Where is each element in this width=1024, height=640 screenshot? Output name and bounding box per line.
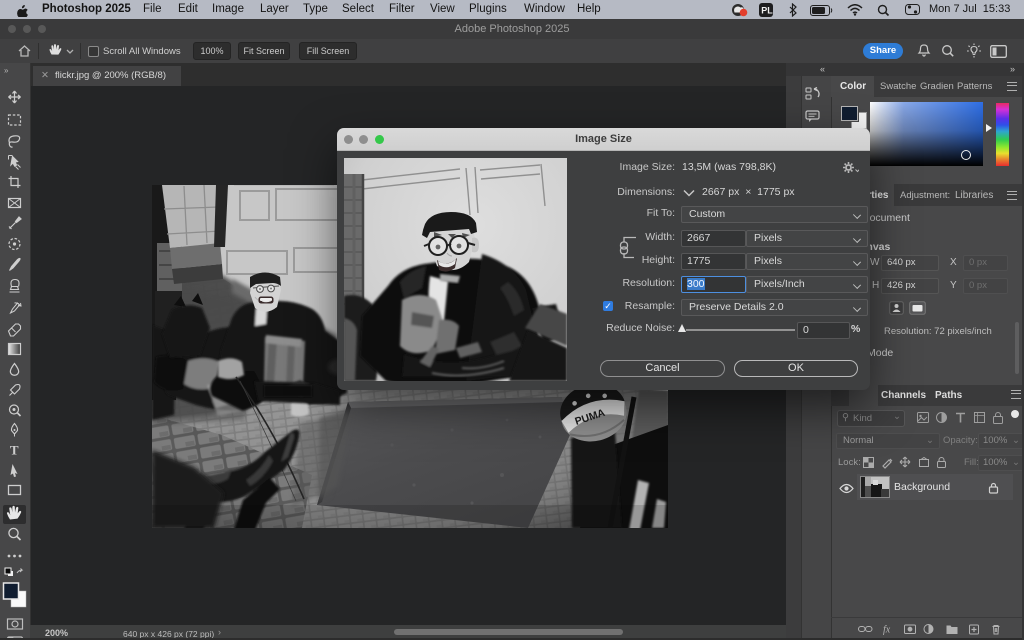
- svg-text:PL: PL: [761, 6, 773, 16]
- svg-text:fx: fx: [883, 625, 891, 636]
- svg-text:»: »: [4, 66, 9, 75]
- svg-text:T: T: [10, 443, 19, 458]
